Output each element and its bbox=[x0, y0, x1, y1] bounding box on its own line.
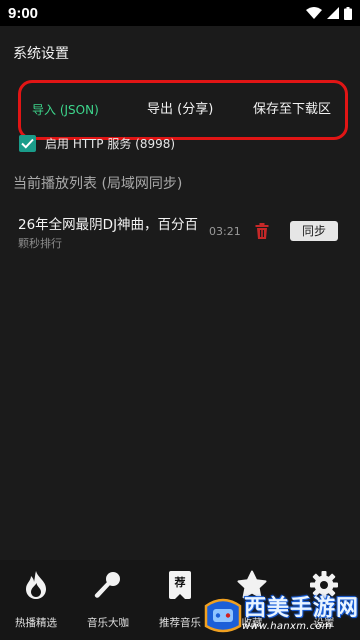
recommend-badge-icon: 荐 bbox=[165, 570, 195, 600]
settings-title: 系统设置 bbox=[13, 46, 69, 62]
status-time: 9:00 bbox=[8, 4, 39, 22]
watermark-url: www.hanxm.com bbox=[242, 621, 332, 632]
import-json-button[interactable]: 导入 (JSON) bbox=[32, 83, 99, 137]
watermark-logo-icon bbox=[204, 598, 242, 633]
http-service-label: 启用 HTTP 服务 (8998) bbox=[45, 136, 176, 151]
action-row-highlight: 导入 (JSON) 导出 (分享) 保存至下载区 bbox=[18, 80, 348, 140]
trash-icon[interactable] bbox=[255, 223, 269, 239]
checkmark-icon bbox=[21, 138, 34, 149]
watermark-text: 西美手游网 bbox=[244, 596, 360, 621]
battery-icon bbox=[344, 6, 352, 20]
nav-item-artists[interactable]: 音乐大咖 bbox=[72, 560, 144, 640]
song-subtitle: 颗秒排行 bbox=[18, 237, 62, 250]
save-to-downloads-button[interactable]: 保存至下载区 bbox=[253, 83, 331, 137]
microphone-icon bbox=[93, 570, 123, 600]
signal-icon bbox=[327, 7, 339, 19]
http-service-checkbox[interactable] bbox=[19, 134, 36, 152]
recommend-badge-text: 荐 bbox=[174, 576, 186, 589]
export-share-button[interactable]: 导出 (分享) bbox=[147, 83, 213, 137]
site-watermark: 西美手游网 www.hanxm.com bbox=[200, 588, 360, 640]
sync-button[interactable]: 同步 bbox=[290, 221, 338, 241]
nav-label-hot: 热播精选 bbox=[15, 617, 57, 629]
status-bar: 9:00 bbox=[0, 0, 360, 26]
song-duration: 03:21 bbox=[209, 225, 241, 238]
status-icons bbox=[306, 6, 352, 20]
playlist-header: 当前播放列表 (局域网同步) bbox=[13, 176, 183, 192]
song-title: 26年全网最阴DJ神曲，百分百 bbox=[18, 217, 199, 233]
wifi-icon bbox=[306, 7, 322, 19]
settings-screen: 系统设置 导入 (JSON) 导出 (分享) 保存至下载区 启用 HTTP 服务… bbox=[0, 26, 360, 560]
list-item[interactable]: 26年全网最阴DJ神曲，百分百 颗秒排行 03:21 同步 bbox=[0, 206, 360, 254]
nav-item-hot[interactable]: 热播精选 bbox=[0, 560, 72, 640]
nav-label-artists: 音乐大咖 bbox=[87, 617, 129, 629]
fire-icon bbox=[21, 570, 51, 600]
http-service-row[interactable]: 启用 HTTP 服务 (8998) bbox=[19, 133, 175, 153]
